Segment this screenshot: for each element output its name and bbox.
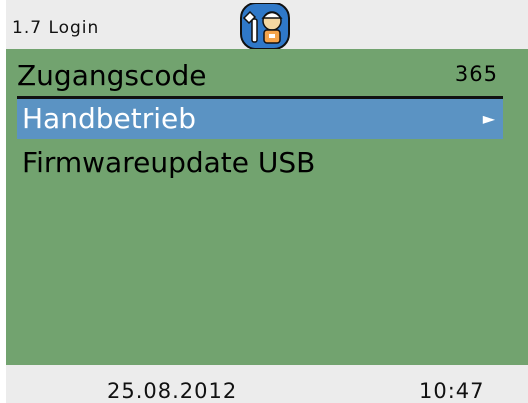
submenu-arrow-icon: ► <box>482 109 495 128</box>
controller-screen: 1.7 Login Zugangscode 365 Handbetrieb ► … <box>0 0 528 403</box>
footer-bar: 25.08.2012 10:47 <box>6 365 528 403</box>
page-title: 1.7 Login <box>12 18 100 38</box>
access-code-value: 365 <box>454 62 498 86</box>
menu-item-firmwareupdate-usb[interactable]: Firmwareupdate USB <box>17 143 503 183</box>
menu-item-label: Firmwareupdate USB <box>22 146 316 179</box>
footer-date: 25.08.2012 <box>107 379 238 403</box>
technician-icon <box>232 2 298 50</box>
access-code-row: Zugangscode 365 <box>6 49 528 97</box>
header-bar: 1.7 Login <box>6 0 528 50</box>
menu-item-handbetrieb[interactable]: Handbetrieb ► <box>17 99 503 139</box>
footer-time: 10:47 <box>419 379 485 403</box>
main-menu-area: Zugangscode 365 Handbetrieb ► Firmwareup… <box>6 49 528 365</box>
menu-item-label: Handbetrieb <box>22 102 197 135</box>
access-code-label: Zugangscode <box>17 59 207 92</box>
